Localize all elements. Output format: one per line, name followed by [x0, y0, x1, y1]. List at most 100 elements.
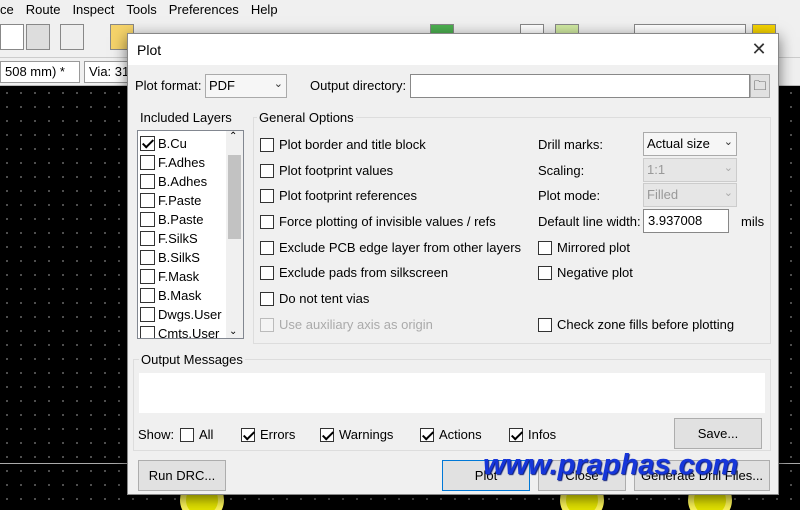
layer-item-cmts-user[interactable]: Cmts.User [138, 324, 220, 339]
scaling-value: 1:1 [647, 162, 666, 177]
layer-checkbox[interactable] [140, 212, 155, 227]
layer-item-dwgs-user[interactable]: Dwgs.User [138, 305, 222, 324]
checkbox-box[interactable] [260, 291, 274, 306]
filter-warnings-checkbox[interactable]: Warnings [320, 427, 393, 442]
checkbox-box[interactable] [260, 188, 274, 203]
layer-item-b-silks[interactable]: B.SilkS [138, 248, 200, 267]
plot-format-select[interactable]: PDF ⌄ [205, 74, 287, 98]
layer-checkbox[interactable] [140, 155, 155, 170]
menu-bar: ce Route Inspect Tools Preferences Help [0, 0, 800, 18]
checkbox-box[interactable] [180, 427, 194, 442]
layer-checkbox[interactable] [140, 250, 155, 265]
layer-item-f-adhes[interactable]: F.Adhes [138, 153, 205, 172]
layer-label: F.Paste [158, 193, 202, 208]
checkbox-box[interactable] [538, 240, 552, 255]
run-drc-button[interactable]: Run DRC... [138, 460, 226, 491]
menu-route[interactable]: Route [26, 2, 61, 17]
output-dir-input[interactable] [410, 74, 750, 98]
plot-icon[interactable] [60, 24, 84, 50]
checkbox-label: Exclude pads from silkscreen [279, 265, 449, 280]
checkbox-box[interactable] [241, 427, 255, 442]
checkbox-box[interactable] [260, 240, 274, 255]
check-zone-fills-checkbox[interactable]: Check zone fills before plotting [538, 317, 734, 332]
layer-checkbox[interactable] [140, 174, 155, 189]
checkbox-box[interactable] [538, 265, 552, 280]
menu-inspect[interactable]: Inspect [72, 2, 114, 17]
layer-item-b-paste[interactable]: B.Paste [138, 210, 204, 229]
layer-label: F.Mask [158, 269, 200, 284]
layer-item-b-mask[interactable]: B.Mask [138, 286, 201, 305]
chevron-down-icon[interactable]: ⌄ [229, 326, 237, 337]
do-not-tent-vias-checkbox[interactable]: Do not tent vias [260, 291, 369, 306]
layer-item-b-cu[interactable]: B.Cu [138, 134, 187, 153]
browse-folder-button[interactable]: 🗀 [750, 74, 770, 98]
layer-item-b-adhes[interactable]: B.Adhes [138, 172, 207, 191]
layer-list-scrollbar[interactable]: ⌃ ⌄ [226, 131, 243, 338]
layer-item-f-mask[interactable]: F.Mask [138, 267, 199, 286]
track-width-select[interactable]: 508 mm) * [0, 61, 80, 83]
menu-preferences[interactable]: Preferences [169, 2, 239, 17]
checkbox-label: Force plotting of invisible values / ref… [279, 214, 496, 229]
checkbox-box[interactable] [260, 137, 274, 152]
exclude-edge-checkbox[interactable]: Exclude PCB edge layer from other layers [260, 240, 521, 255]
menu-tools[interactable]: Tools [126, 2, 156, 17]
line-width-unit: mils [741, 214, 765, 229]
plot-border-checkbox[interactable]: Plot border and title block [260, 137, 426, 152]
plot-format-value: PDF [209, 78, 235, 93]
close-icon[interactable]: ✕ [748, 38, 770, 60]
line-width-input[interactable]: 3.937008 [643, 209, 729, 233]
layer-checkbox[interactable] [140, 193, 155, 208]
layer-label: B.Mask [158, 288, 202, 303]
scaling-label: Scaling: [538, 163, 585, 178]
mirrored-plot-checkbox[interactable]: Mirrored plot [538, 240, 630, 255]
page-icon[interactable] [0, 24, 24, 50]
checkbox-label: Plot footprint values [279, 163, 394, 178]
filter-errors-checkbox[interactable]: Errors [241, 427, 295, 442]
layer-item-f-silks[interactable]: F.SilkS [138, 229, 198, 248]
layer-checkbox[interactable] [140, 288, 155, 303]
checkbox-box[interactable] [260, 214, 274, 229]
chevron-up-icon[interactable]: ⌃ [229, 131, 237, 142]
checkbox-box [260, 317, 274, 332]
exclude-pads-checkbox[interactable]: Exclude pads from silkscreen [260, 265, 448, 280]
scaling-select: 1:1 ⌄ [643, 158, 737, 182]
save-button[interactable]: Save... [674, 418, 762, 449]
force-invisible-checkbox[interactable]: Force plotting of invisible values / ref… [260, 214, 496, 229]
print-icon[interactable] [26, 24, 50, 50]
plot-mode-label: Plot mode: [538, 188, 601, 203]
scrollbar-thumb[interactable] [228, 155, 241, 239]
checkbox-label: All [199, 427, 214, 442]
checkbox-box[interactable] [509, 427, 523, 442]
layer-label: Cmts.User [158, 326, 220, 339]
layer-item-f-paste[interactable]: F.Paste [138, 191, 201, 210]
checkbox-box[interactable] [320, 427, 334, 442]
checkbox-box[interactable] [260, 163, 274, 178]
layer-checkbox[interactable] [140, 307, 155, 322]
checkbox-box[interactable] [260, 265, 274, 280]
checkbox-label: Plot border and title block [279, 137, 426, 152]
layer-checkbox[interactable] [140, 326, 155, 338]
checkbox-box[interactable] [420, 427, 434, 442]
output-messages-panel[interactable] [139, 373, 765, 413]
included-layers-title: Included Layers [138, 110, 234, 125]
layer-checkbox[interactable] [140, 269, 155, 284]
plot-footprint-references-checkbox[interactable]: Plot footprint references [260, 188, 417, 203]
checkbox-box[interactable] [538, 317, 552, 332]
via-size-select[interactable]: Via: 31 [84, 61, 128, 83]
menu-place[interactable]: ce [0, 2, 14, 17]
checkbox-label: Negative plot [557, 265, 633, 280]
layer-checkbox[interactable] [140, 136, 155, 151]
drill-marks-select[interactable]: Actual size ⌄ [643, 132, 737, 156]
drill-marks-label: Drill marks: [538, 137, 603, 152]
filter-actions-checkbox[interactable]: Actions [420, 427, 482, 442]
menu-help[interactable]: Help [251, 2, 278, 17]
line-width-label: Default line width: [538, 214, 641, 229]
layer-label: F.SilkS [158, 231, 198, 246]
negative-plot-checkbox[interactable]: Negative plot [538, 265, 633, 280]
layer-checkbox[interactable] [140, 231, 155, 246]
layer-list[interactable]: B.Cu F.Adhes B.Adhes F.Paste B.Paste F.S… [137, 130, 244, 339]
output-messages-title: Output Messages [139, 352, 245, 367]
filter-all-checkbox[interactable]: All [180, 427, 213, 442]
filter-infos-checkbox[interactable]: Infos [509, 427, 556, 442]
plot-footprint-values-checkbox[interactable]: Plot footprint values [260, 163, 393, 178]
